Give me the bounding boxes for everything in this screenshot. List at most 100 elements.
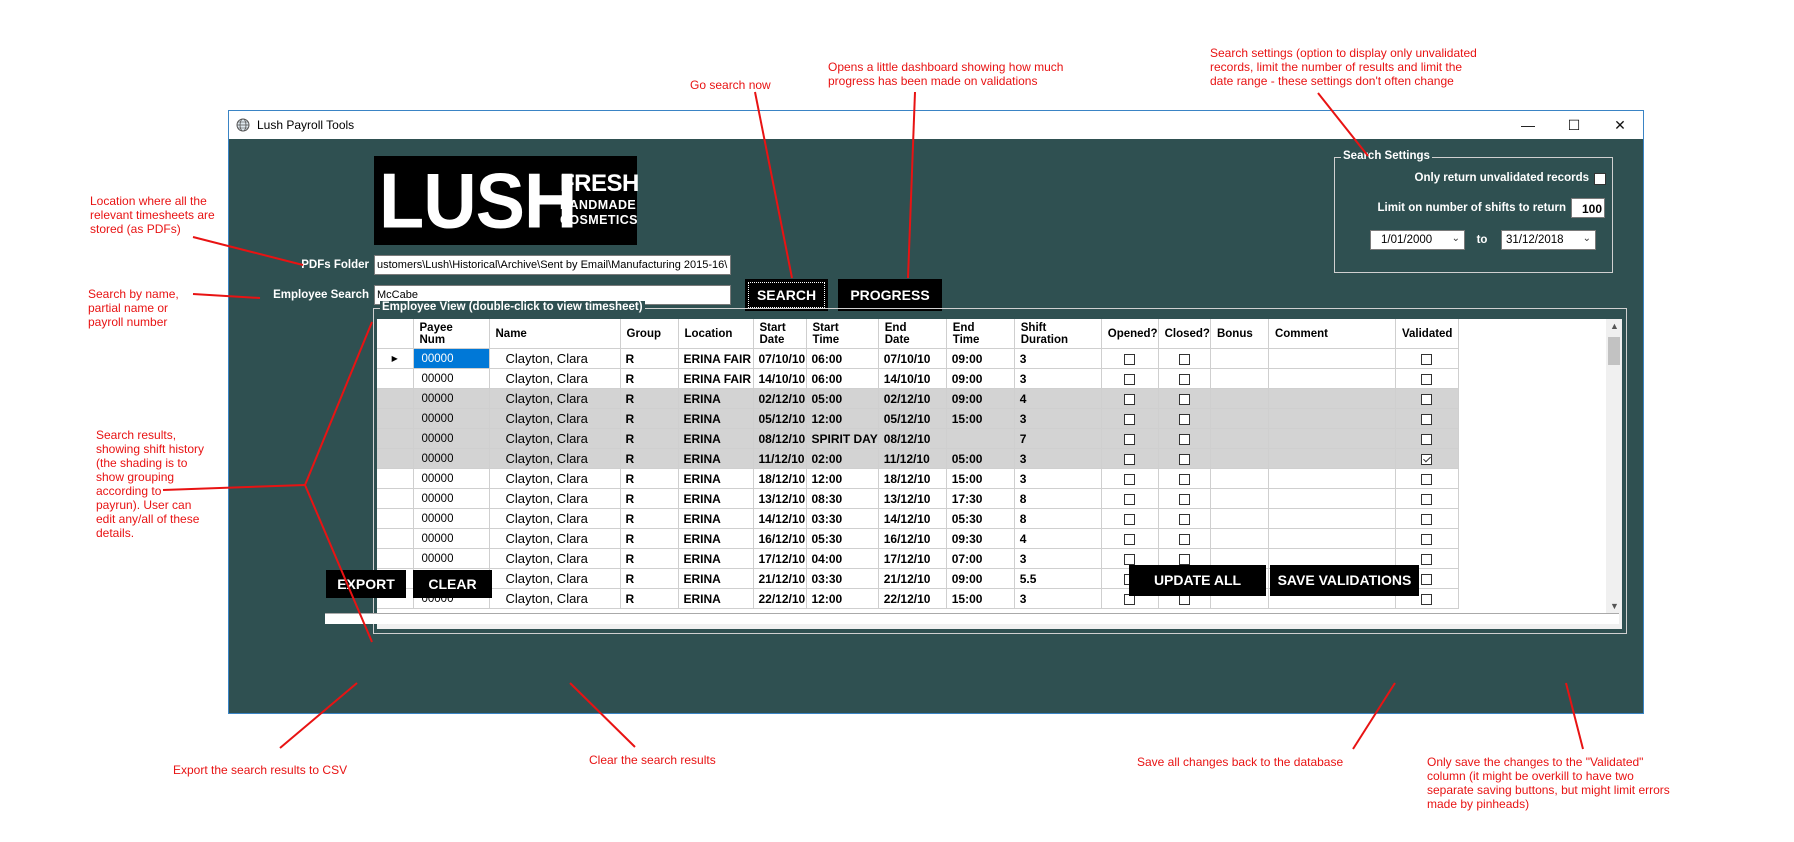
cell-duration[interactable]: 7 bbox=[1014, 428, 1102, 449]
cell-end-date[interactable]: 22/12/10 bbox=[878, 588, 947, 609]
cell-group[interactable]: R bbox=[620, 388, 679, 409]
table-row[interactable]: 00000 Clayton, Clara R ERINA 11/12/10 02:00 11… bbox=[377, 448, 1459, 469]
cell-name[interactable]: Clayton, Clara bbox=[489, 588, 621, 609]
cell-name[interactable]: Clayton, Clara bbox=[489, 348, 621, 369]
cell-end-time[interactable]: 09:30 bbox=[946, 528, 1015, 549]
opened-checkbox[interactable] bbox=[1124, 513, 1136, 525]
opened-checkbox[interactable] bbox=[1124, 393, 1136, 405]
row-header[interactable] bbox=[377, 528, 414, 549]
cell-num[interactable]: 00000 bbox=[413, 428, 490, 449]
closed-checkbox[interactable] bbox=[1178, 553, 1190, 565]
cell-start-date[interactable]: 17/12/10 bbox=[753, 548, 807, 569]
cell-start-time[interactable]: 05:30 bbox=[806, 528, 879, 549]
cell-comment[interactable] bbox=[1268, 368, 1396, 389]
column-header[interactable]: Location bbox=[678, 319, 754, 349]
progress-button[interactable]: PROGRESS bbox=[838, 279, 942, 311]
cell-start-date[interactable]: 14/12/10 bbox=[753, 508, 807, 529]
cell-bonus[interactable] bbox=[1210, 508, 1269, 529]
cell-location[interactable]: ERINA bbox=[678, 528, 754, 549]
cell-start-date[interactable]: 02/12/10 bbox=[753, 388, 807, 409]
column-header[interactable]: Opened? bbox=[1101, 319, 1159, 349]
cell-start-time[interactable]: 12:00 bbox=[806, 588, 879, 609]
cell-location[interactable]: ERINA bbox=[678, 448, 754, 469]
cell-comment[interactable] bbox=[1268, 528, 1396, 549]
column-header[interactable]: Validated bbox=[1395, 319, 1459, 349]
cell-end-date[interactable]: 14/10/10 bbox=[878, 368, 947, 389]
cell-start-date[interactable]: 18/12/10 bbox=[753, 468, 807, 489]
cell-end-time[interactable]: 15:00 bbox=[946, 408, 1015, 429]
opened-checkbox[interactable] bbox=[1124, 373, 1136, 385]
cell-location[interactable]: ERINA bbox=[678, 408, 754, 429]
cell-duration[interactable]: 3 bbox=[1014, 588, 1102, 609]
cell-start-time[interactable]: 04:00 bbox=[806, 548, 879, 569]
cell-group[interactable]: R bbox=[620, 348, 679, 369]
opened-checkbox[interactable] bbox=[1124, 533, 1136, 545]
cell-location[interactable]: ERINA bbox=[678, 548, 754, 569]
cell-name[interactable]: Clayton, Clara bbox=[489, 528, 621, 549]
cell-comment[interactable] bbox=[1268, 348, 1396, 369]
closed-checkbox[interactable] bbox=[1178, 373, 1190, 385]
closed-checkbox[interactable] bbox=[1178, 473, 1190, 485]
cell-start-date[interactable]: 13/12/10 bbox=[753, 488, 807, 509]
cell-group[interactable]: R bbox=[620, 508, 679, 529]
cell-num[interactable]: 00000 bbox=[413, 508, 490, 529]
cell-end-time[interactable]: 05:00 bbox=[946, 448, 1015, 469]
cell-group[interactable]: R bbox=[620, 428, 679, 449]
cell-bonus[interactable] bbox=[1210, 468, 1269, 489]
cell-bonus[interactable] bbox=[1210, 388, 1269, 409]
cell-location[interactable]: ERINA bbox=[678, 468, 754, 489]
cell-end-date[interactable]: 07/10/10 bbox=[878, 348, 947, 369]
cell-name[interactable]: Clayton, Clara bbox=[489, 428, 621, 449]
cell-start-date[interactable]: 08/12/10 bbox=[753, 428, 807, 449]
row-header[interactable] bbox=[377, 468, 414, 489]
row-header[interactable] bbox=[377, 408, 414, 429]
cell-start-time[interactable]: 08:30 bbox=[806, 488, 879, 509]
cell-group[interactable]: R bbox=[620, 488, 679, 509]
cell-end-time[interactable]: 05:30 bbox=[946, 508, 1015, 529]
cell-duration[interactable]: 3 bbox=[1014, 368, 1102, 389]
closed-checkbox[interactable] bbox=[1178, 353, 1190, 365]
title-bar[interactable]: Lush Payroll Tools — ☐ ✕ bbox=[229, 111, 1643, 139]
cell-start-time[interactable]: 05:00 bbox=[806, 388, 879, 409]
table-row[interactable]: 00000 Clayton, Clara R ERINA 16/12/10 05:30 16… bbox=[377, 528, 1459, 549]
cell-start-time[interactable]: 06:00 bbox=[806, 348, 879, 369]
cell-num[interactable]: 00000 bbox=[413, 488, 490, 509]
cell-comment[interactable] bbox=[1268, 408, 1396, 429]
limit-input[interactable]: 100 bbox=[1571, 198, 1605, 218]
close-button[interactable]: ✕ bbox=[1597, 111, 1643, 139]
cell-group[interactable]: R bbox=[620, 468, 679, 489]
cell-end-time[interactable]: 17:30 bbox=[946, 488, 1015, 509]
cell-end-date[interactable]: 11/12/10 bbox=[878, 448, 947, 469]
table-row[interactable]: 00000 Clayton, Clara R ERINA FAIR 14/10/10 06… bbox=[377, 368, 1459, 389]
validated-checkbox[interactable] bbox=[1421, 413, 1433, 425]
minimize-button[interactable]: — bbox=[1505, 111, 1551, 139]
cell-group[interactable]: R bbox=[620, 408, 679, 429]
cell-end-time[interactable]: 09:00 bbox=[946, 388, 1015, 409]
cell-bonus[interactable] bbox=[1210, 428, 1269, 449]
cell-bonus[interactable] bbox=[1210, 368, 1269, 389]
pdfs-folder-input[interactable]: ustomers\Lush\Historical\Archive\Sent by… bbox=[374, 255, 731, 275]
cell-start-time[interactable]: 12:00 bbox=[806, 408, 879, 429]
cell-comment[interactable] bbox=[1268, 508, 1396, 529]
column-header[interactable]: Start Time bbox=[806, 319, 879, 349]
opened-checkbox[interactable] bbox=[1124, 493, 1136, 505]
cell-name[interactable]: Clayton, Clara bbox=[489, 548, 621, 569]
cell-end-date[interactable]: 21/12/10 bbox=[878, 568, 947, 589]
update-all-button[interactable]: UPDATE ALL bbox=[1129, 565, 1266, 596]
validated-checkbox[interactable] bbox=[1421, 593, 1433, 605]
cell-name[interactable]: Clayton, Clara bbox=[489, 488, 621, 509]
cell-location[interactable]: ERINA FAIR bbox=[678, 348, 754, 369]
cell-start-time[interactable]: 02:00 bbox=[806, 448, 879, 469]
cell-group[interactable]: R bbox=[620, 548, 679, 569]
cell-group[interactable]: R bbox=[620, 368, 679, 389]
export-button[interactable]: EXPORT bbox=[326, 570, 406, 598]
cell-duration[interactable]: 4 bbox=[1014, 528, 1102, 549]
table-row[interactable]: ▶ 00000 Clayton, Clara R ERINA FAIR 07/10/10 0… bbox=[377, 348, 1459, 369]
validated-checkbox[interactable] bbox=[1421, 513, 1433, 525]
validated-checkbox[interactable] bbox=[1421, 493, 1433, 505]
opened-checkbox[interactable] bbox=[1124, 413, 1136, 425]
scroll-up-icon[interactable]: ▲ bbox=[1610, 321, 1619, 331]
opened-checkbox[interactable] bbox=[1124, 453, 1136, 465]
date-to-picker[interactable]: 31/12/2018 ⌄ bbox=[1501, 230, 1596, 250]
cell-bonus[interactable] bbox=[1210, 448, 1269, 469]
